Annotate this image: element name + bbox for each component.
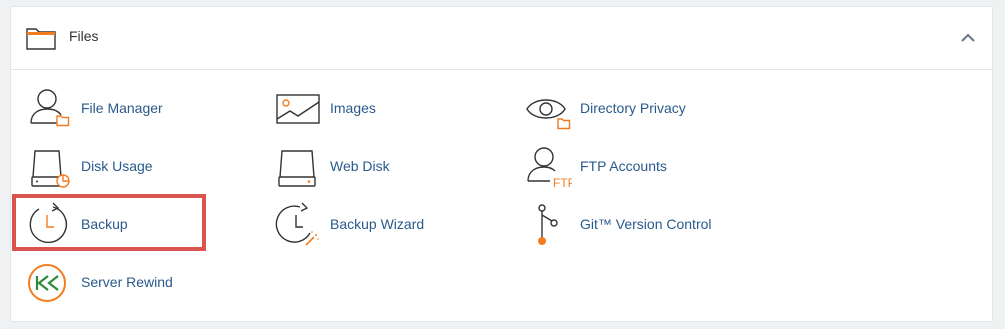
item-label: FTP Accounts (580, 158, 667, 174)
backup-wizard-icon (275, 202, 319, 246)
section-title: Files (69, 28, 99, 44)
item-label: Directory Privacy (580, 100, 686, 116)
images-icon (276, 94, 320, 124)
disk-usage-icon (31, 150, 70, 188)
server-rewind-icon (28, 264, 66, 302)
file-manager-icon (30, 89, 70, 127)
item-label: Git™ Version Control (580, 216, 712, 232)
item-label: Disk Usage (81, 158, 153, 174)
item-label: File Manager (81, 100, 163, 116)
backup-highlight-box (12, 194, 206, 251)
files-panel-header[interactable]: Files (11, 7, 992, 70)
directory-privacy-icon (526, 99, 571, 130)
item-label: Images (330, 100, 376, 116)
svg-text:FTP: FTP (553, 176, 572, 190)
chevron-up-icon[interactable] (960, 31, 976, 45)
web-disk-icon (278, 150, 316, 187)
item-label: Backup Wizard (330, 216, 425, 232)
files-panel: Files File Manager Images Directory Priv… (10, 6, 993, 322)
item-label: Server Rewind (81, 274, 173, 290)
item-label: Web Disk (330, 158, 390, 174)
ftp-accounts-icon: FTP (527, 147, 572, 190)
folder-icon (26, 28, 56, 50)
git-icon (538, 204, 558, 245)
